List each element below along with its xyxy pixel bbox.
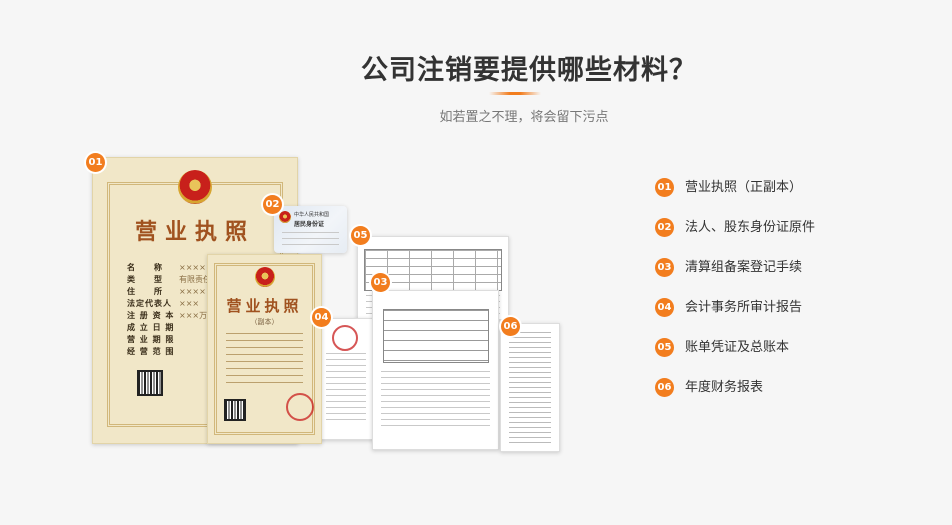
badge-02: 02	[263, 195, 282, 214]
item-label: 清算组备案登记手续	[685, 260, 803, 275]
audit-report-document	[317, 318, 375, 440]
license-copy-subtitle: （副本）	[250, 318, 279, 326]
liquidation-filing-form	[372, 290, 499, 450]
badge-04: 04	[312, 308, 331, 327]
list-item: 06 年度财务报表	[655, 378, 815, 418]
badge-03: 03	[371, 273, 390, 292]
badge-06: 06	[501, 317, 520, 336]
item-number-badge: 03	[655, 258, 674, 277]
list-item: 02 法人、股东身份证原件	[655, 218, 815, 258]
id-card: 中华人民共和国 居民身份证	[274, 206, 347, 253]
seal-stamp	[332, 325, 358, 351]
item-number-badge: 01	[655, 178, 674, 197]
id-card-line1: 中华人民共和国	[294, 212, 330, 218]
list-item: 05 账单凭证及总账本	[655, 338, 815, 378]
badge-05: 05	[351, 226, 370, 245]
financial-report-document	[500, 323, 560, 452]
license-field: 法定代表人 ×××	[127, 299, 200, 308]
item-number-badge: 04	[655, 298, 674, 317]
materials-list: 01 营业执照（正副本） 02 法人、股东身份证原件 03 清算组备案登记手续 …	[655, 178, 815, 418]
national-emblem-icon	[255, 267, 275, 287]
item-number-badge: 02	[655, 218, 674, 237]
national-emblem-icon	[178, 170, 212, 204]
qr-code-icon	[137, 370, 163, 396]
item-number-badge: 05	[655, 338, 674, 357]
page-subtitle: 如若置之不理，将会留下污点	[439, 110, 609, 125]
license-field: 成 立 日 期	[127, 323, 175, 332]
item-number-badge: 06	[655, 378, 674, 397]
item-label: 营业执照（正副本）	[685, 180, 803, 195]
business-license-copy: 营业执照 （副本）	[207, 254, 322, 444]
list-item: 04 会计事务所审计报告	[655, 298, 815, 338]
id-card-line2: 居民身份证	[294, 221, 325, 228]
license-title: 营业执照	[134, 219, 255, 245]
page-title: 公司注销要提供哪些材料？	[361, 55, 697, 86]
item-label: 法人、股东身份证原件	[685, 220, 816, 235]
item-label: 年度财务报表	[685, 380, 764, 395]
badge-01: 01	[86, 153, 105, 172]
license-field: 营 业 期 限	[127, 335, 175, 344]
seal-stamp	[286, 393, 314, 421]
qr-code-icon	[224, 399, 246, 421]
license-copy-title: 营业执照	[226, 297, 303, 315]
item-label: 会计事务所审计报告	[685, 300, 803, 315]
item-label: 账单凭证及总账本	[685, 340, 790, 355]
national-emblem-icon	[279, 211, 291, 223]
list-item: 03 清算组备案登记手续	[655, 258, 815, 298]
title-underline	[489, 92, 541, 95]
list-item: 01 营业执照（正副本）	[655, 178, 815, 218]
license-field: 经 营 范 围	[127, 347, 175, 356]
